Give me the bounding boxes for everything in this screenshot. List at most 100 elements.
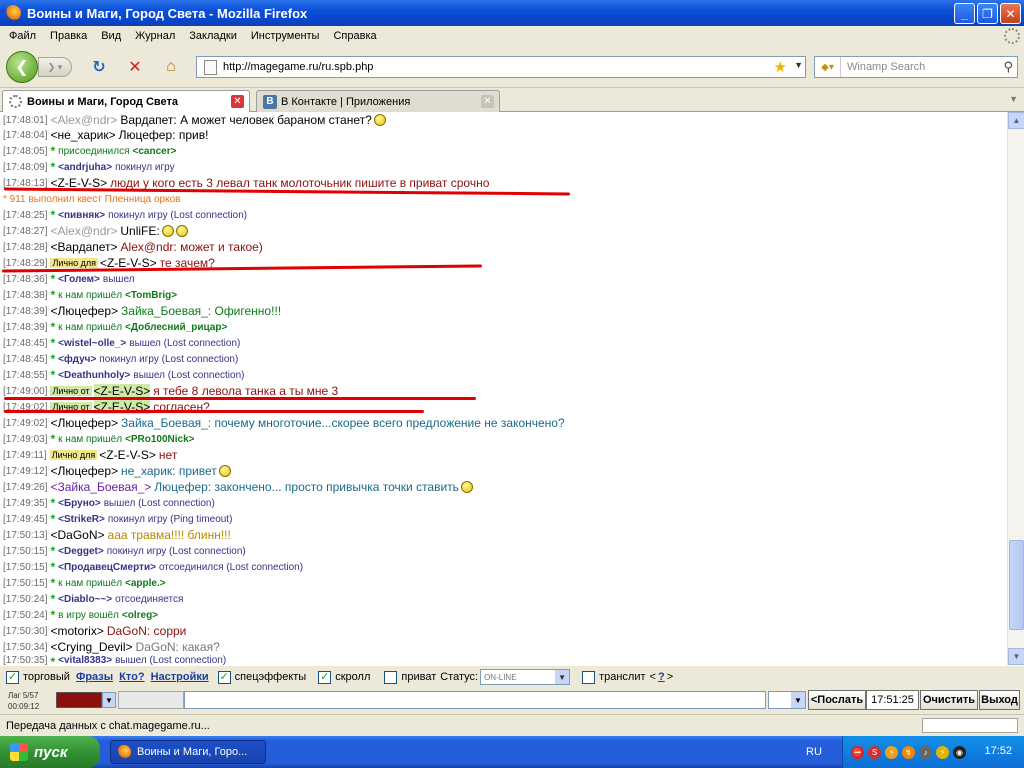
nick[interactable]: <Голем> bbox=[58, 274, 100, 285]
phrases-link[interactable]: Фразы bbox=[76, 671, 113, 683]
lag-indicator: Лаг 5/57 00:09:12 bbox=[8, 690, 39, 712]
menu-history[interactable]: Журнал bbox=[128, 30, 182, 42]
flash-icon[interactable]: ↯ bbox=[902, 745, 915, 759]
chat-scrollbar[interactable]: ▲ ▼ bbox=[1007, 112, 1024, 665]
menu-edit[interactable]: Правка bbox=[43, 30, 94, 42]
maximize-button[interactable]: ❐ bbox=[977, 3, 998, 24]
translit-checkbox[interactable] bbox=[582, 670, 596, 684]
nick[interactable]: <Люцефер> bbox=[50, 304, 118, 318]
nick[interactable]: <Люцефер> bbox=[50, 416, 118, 430]
nick[interactable]: <olreg> bbox=[122, 610, 158, 621]
nick[interactable]: <PRo100Nick> bbox=[125, 434, 195, 445]
tab-vkontakte[interactable]: B В Контакте | Приложения ✕ bbox=[256, 90, 500, 112]
exit-button[interactable]: Выход bbox=[979, 690, 1020, 710]
menu-help[interactable]: Справка bbox=[326, 30, 383, 42]
close-button[interactable]: ✕ bbox=[1000, 3, 1021, 24]
volume-icon[interactable]: ♪ bbox=[919, 745, 932, 759]
settings-link[interactable]: Настройки bbox=[151, 671, 209, 683]
nick[interactable]: <Z-E-V-S> bbox=[93, 384, 151, 398]
translit-help-link[interactable]: ? bbox=[658, 671, 665, 683]
nick[interactable]: <Alex@ndr> bbox=[50, 113, 117, 127]
recipient-field[interactable] bbox=[118, 691, 184, 709]
back-button[interactable]: ❮ bbox=[6, 51, 38, 83]
tab-close-icon[interactable]: ✕ bbox=[481, 95, 494, 108]
text-color-swatch[interactable] bbox=[56, 692, 102, 708]
star-icon: * bbox=[50, 512, 56, 526]
nick[interactable]: <Доблесний_рицар> bbox=[125, 322, 227, 333]
start-button[interactable]: пуск bbox=[0, 736, 100, 768]
tab-close-icon[interactable]: ✕ bbox=[231, 95, 244, 108]
menu-file[interactable]: Файл bbox=[2, 30, 43, 42]
smiley-select[interactable]: ▼ bbox=[768, 691, 806, 709]
menu-view[interactable]: Вид bbox=[94, 30, 128, 42]
nick[interactable]: <Z-E-V-S> bbox=[99, 448, 156, 462]
url-dropdown-icon[interactable]: ▼ bbox=[794, 60, 803, 70]
message: DaGoN: какая? bbox=[135, 640, 220, 654]
scroll-up-icon[interactable]: ▲ bbox=[1008, 112, 1024, 129]
nick[interactable]: <Crying_Devil> bbox=[50, 640, 132, 654]
send-button[interactable]: <Послать bbox=[808, 690, 866, 710]
status-value: ON-LINE bbox=[484, 672, 517, 682]
taskbar-firefox-item[interactable]: Воины и Маги, Горо... bbox=[110, 740, 266, 764]
media-icon[interactable]: ◉ bbox=[953, 745, 966, 759]
nick[interactable]: <Alex@ndr> bbox=[50, 224, 117, 238]
tab-magegame[interactable]: Воины и Маги, Город Света ✕ bbox=[2, 90, 250, 112]
effects-checkbox[interactable]: ✓ bbox=[217, 670, 231, 684]
chat-clock: 17:51:25 bbox=[866, 690, 919, 710]
nick[interactable]: <ПродавецСмерти> bbox=[58, 562, 156, 573]
menu-tools[interactable]: Инструменты bbox=[244, 30, 327, 42]
nick[interactable]: <wistel~olle_> bbox=[58, 338, 126, 349]
scroll-checkbox[interactable]: ✓ bbox=[318, 670, 332, 684]
nick[interactable]: <Вардапет> bbox=[50, 240, 117, 254]
title-bar: Воины и Маги, Город Света - Mozilla Fire… bbox=[0, 0, 1024, 26]
nick[interactable]: <apple.> bbox=[125, 578, 166, 589]
minimize-button[interactable]: _ bbox=[954, 3, 975, 24]
who-link[interactable]: Кто? bbox=[119, 671, 144, 683]
stop-icon[interactable]: ✕ bbox=[124, 57, 146, 77]
network-icon[interactable]: ⚡ bbox=[885, 745, 898, 759]
forward-button[interactable]: ❯ ▾ bbox=[38, 57, 72, 77]
tab-label: Воины и Маги, Город Света bbox=[27, 95, 178, 108]
winamp-icon[interactable]: ⚡ bbox=[936, 745, 949, 759]
torg-checkbox[interactable]: ✓ bbox=[6, 670, 19, 684]
nick[interactable]: <Diablo~~> bbox=[58, 594, 112, 605]
red-underline bbox=[4, 410, 424, 413]
nick[interactable]: <Зайка_Боевая_> bbox=[50, 480, 151, 494]
address-bar[interactable]: http://magegame.ru/ru.spb.php ★ ▼ bbox=[196, 56, 806, 78]
private-checkbox[interactable] bbox=[384, 670, 398, 684]
nick[interactable]: <Бруно> bbox=[58, 498, 101, 509]
language-indicator[interactable]: RU bbox=[806, 746, 822, 758]
reload-icon[interactable]: ↻ bbox=[88, 57, 110, 77]
nick[interactable]: <andrjuha> bbox=[58, 162, 112, 173]
sys-icon[interactable]: S bbox=[868, 745, 881, 759]
scroll-down-icon[interactable]: ▼ bbox=[1008, 648, 1024, 665]
status-select[interactable]: ON-LINE ▼ bbox=[480, 669, 571, 685]
tab-list-icon[interactable]: ▼ bbox=[1009, 94, 1018, 104]
bookmark-star-icon[interactable]: ★ bbox=[774, 58, 787, 76]
search-bar[interactable]: ◆▾ Winamp Search ⚲ bbox=[814, 56, 1018, 78]
nick[interactable]: <фдуч> bbox=[58, 354, 96, 365]
color-dropdown-icon[interactable]: ▼ bbox=[102, 692, 116, 708]
search-icon[interactable]: ⚲ bbox=[1003, 59, 1013, 75]
antivirus-icon[interactable]: ⛔ bbox=[851, 745, 864, 759]
nick[interactable]: <StrikeR> bbox=[58, 514, 105, 525]
clear-button[interactable]: Очистить bbox=[920, 690, 978, 710]
scroll-thumb[interactable] bbox=[1009, 540, 1024, 630]
system-text: покинул игру (Lost connection) bbox=[99, 353, 239, 365]
tab-label: В Контакте | Приложения bbox=[281, 95, 411, 108]
search-engine-icon[interactable]: ◆▾ bbox=[815, 57, 841, 77]
home-icon[interactable]: ⌂ bbox=[160, 57, 182, 77]
nick[interactable]: <Люцефер> bbox=[50, 464, 118, 478]
timestamp: [17:48:55] bbox=[3, 369, 48, 381]
nick[interactable]: <пивняк> bbox=[58, 210, 105, 221]
nick[interactable]: <не_харик> bbox=[50, 128, 115, 142]
nick[interactable]: <cancer> bbox=[133, 146, 177, 157]
nick[interactable]: <Degget> bbox=[58, 546, 104, 557]
nick[interactable]: <TomBrig> bbox=[125, 290, 177, 301]
nick[interactable]: <vital8383> bbox=[58, 655, 112, 665]
nick[interactable]: <DaGoN> bbox=[50, 528, 104, 542]
menu-bookmarks[interactable]: Закладки bbox=[182, 30, 244, 42]
nick[interactable]: <Deathunholy> bbox=[58, 370, 130, 381]
nick[interactable]: <motorix> bbox=[50, 624, 103, 638]
message-input[interactable] bbox=[184, 691, 766, 709]
